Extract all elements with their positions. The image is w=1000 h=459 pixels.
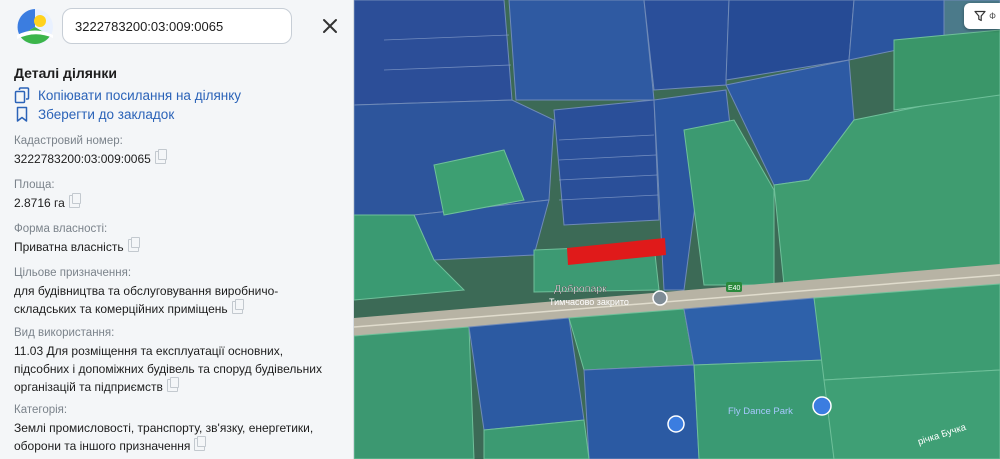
app-logo[interactable] [16,8,54,46]
area-value: 2.8716 га [14,193,339,212]
panel-title: Деталі ділянки [14,65,117,81]
copy-area-icon[interactable] [68,193,81,208]
copy-usage-icon[interactable] [166,377,179,392]
place-marker-icon[interactable] [667,415,685,433]
map-view[interactable]: Добропарк Тимчасово закрито E40 Fly Danc… [354,0,1000,459]
poi-marker-icon[interactable] [652,290,668,306]
ownership-value: Приватна власність [14,237,339,256]
copy-link-label: Копіювати посилання на ділянку [38,87,242,103]
park-marker-icon[interactable] [812,396,832,416]
bookmark-button[interactable]: Зберегти до закладок [14,104,174,124]
cadastral-value: 3222783200:03:009:0065 [14,149,339,168]
close-icon[interactable] [318,14,342,38]
copy-icon [14,86,30,103]
purpose-value: для будівництва та обслуговування виробн… [14,284,279,316]
usage-label: Вид використання: [14,327,115,339]
filter-label: Ф [989,11,996,21]
category-value: Землі промисловості, транспорту, зв'язку… [14,421,314,453]
copy-cadastral-icon[interactable] [154,149,167,164]
bookmark-icon [16,106,28,122]
poi-name[interactable]: Добропарк [554,283,607,295]
cadastral-label: Кадастровий номер: [14,135,123,147]
area-label: Площа: [14,179,55,191]
search-input[interactable] [62,8,292,44]
road-label: E40 [728,285,741,292]
satellite-map[interactable]: Добропарк Тимчасово закрито E40 Fly Danc… [354,0,1000,459]
bookmark-label: Зберегти до закладок [38,106,175,122]
copy-purpose-icon[interactable] [231,299,244,314]
category-label: Категорія: [14,404,68,416]
purpose-label: Цільове призначення: [14,267,132,279]
poi-status: Тимчасово закрито [549,297,629,307]
ownership-label: Форма власності: [14,223,108,235]
copy-category-icon[interactable] [194,436,207,451]
filter-icon [974,10,986,22]
usage-value: 11.03 Для розміщення та експлуатації осн… [14,344,322,394]
details-panel: Деталі ділянки Копіювати посилання на ді… [0,0,354,459]
park-label[interactable]: Fly Dance Park [728,406,793,417]
copy-ownership-icon[interactable] [127,237,140,252]
filter-button[interactable]: Ф [964,3,1000,29]
copy-link-button[interactable]: Копіювати посилання на ділянку [14,85,241,105]
